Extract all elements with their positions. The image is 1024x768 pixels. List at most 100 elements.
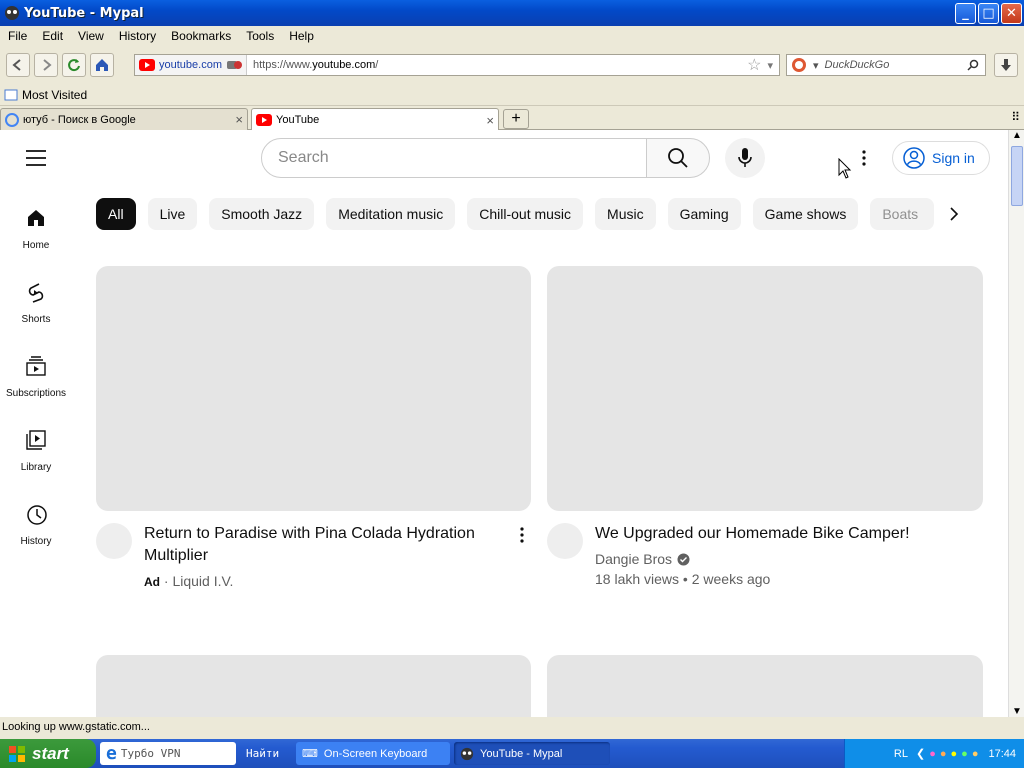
tray-expand-icon[interactable]: ❮: [916, 747, 925, 760]
sign-in-button[interactable]: Sign in: [892, 141, 990, 175]
microphone-icon: [738, 148, 752, 167]
back-button[interactable]: [6, 53, 30, 77]
menu-view[interactable]: View: [78, 29, 104, 43]
tray-app-icon[interactable]: ●: [961, 748, 968, 760]
mypal-app-icon: [460, 747, 474, 760]
video-thumbnail[interactable]: [96, 266, 531, 511]
youtube-search-button[interactable]: [646, 138, 710, 178]
bookmarks-toolbar: Most Visited: [0, 84, 1024, 106]
chip-all[interactable]: All: [96, 198, 136, 230]
video-title[interactable]: We Upgraded our Homemade Bike Camper!: [595, 523, 975, 545]
bookmark-star-icon[interactable]: ☆: [747, 55, 761, 75]
reload-button[interactable]: [62, 53, 86, 77]
menu-bookmarks[interactable]: Bookmarks: [171, 29, 231, 43]
shorts-icon: [28, 283, 44, 303]
hamburger-menu-icon[interactable]: [26, 150, 46, 166]
vertical-dots-icon: [862, 150, 866, 166]
taskbar-youtube-mypal[interactable]: YouTube - Mypal: [454, 742, 610, 765]
chips-next-button[interactable]: [942, 202, 966, 226]
forward-arrow-icon: [43, 59, 52, 71]
channel-name[interactable]: Dangie Bros: [595, 551, 672, 567]
scroll-up-icon[interactable]: ▲: [1012, 130, 1022, 141]
video-thumbnail[interactable]: [96, 655, 531, 717]
start-button[interactable]: start: [0, 739, 96, 768]
downloads-button[interactable]: [994, 53, 1018, 77]
menu-file[interactable]: File: [8, 29, 27, 43]
ad-badge: Ad: [144, 575, 160, 589]
new-tab-button[interactable]: +: [503, 109, 529, 129]
video-thumbnail[interactable]: [547, 655, 983, 717]
menu-tools[interactable]: Tools: [246, 29, 274, 43]
maximize-button[interactable]: □: [978, 2, 999, 24]
site-identity[interactable]: youtube.com: [135, 55, 247, 75]
tab-label: YouTube: [276, 114, 320, 126]
chip-gaming[interactable]: Gaming: [667, 198, 741, 230]
dropdown-arrow-icon[interactable]: ▾: [767, 59, 773, 72]
upload-age: 2 weeks ago: [691, 571, 771, 587]
subscriptions-icon: [26, 356, 46, 376]
video-thumbnail[interactable]: [547, 266, 983, 511]
vertical-scrollbar[interactable]: ▲ ▼: [1008, 130, 1024, 717]
sign-in-label: Sign in: [932, 150, 975, 166]
language-indicator[interactable]: RL: [894, 748, 908, 760]
channel-row: Dangie Bros: [595, 551, 690, 567]
sidebar-item-shorts[interactable]: Shorts: [0, 282, 72, 325]
sidebar-item-home[interactable]: Home: [0, 208, 72, 251]
menu-help[interactable]: Help: [289, 29, 314, 43]
engine-dropdown-icon[interactable]: ▾: [813, 59, 819, 72]
video-menu-dots-icon[interactable]: [520, 527, 524, 543]
tray-app-icon[interactable]: ●: [929, 748, 936, 760]
notification-icon: [226, 61, 242, 69]
chip-live[interactable]: Live: [147, 198, 198, 230]
chip-game-shows[interactable]: Game shows: [752, 198, 859, 230]
settings-more-button[interactable]: [854, 148, 874, 168]
sidebar-item-library[interactable]: Library: [0, 430, 72, 473]
chip-music[interactable]: Music: [595, 198, 656, 230]
close-tab-icon[interactable]: ×: [486, 113, 494, 128]
menu-edit[interactable]: Edit: [42, 29, 63, 43]
search-icon[interactable]: [967, 59, 979, 71]
video-title[interactable]: Return to Paradise with Pina Colada Hydr…: [144, 523, 494, 567]
mypal-app-icon: [5, 6, 19, 20]
sidebar-item-subscriptions[interactable]: Subscriptions: [0, 356, 72, 399]
web-search-box[interactable]: ▾ DuckDuckGo: [786, 54, 986, 76]
forward-button[interactable]: [34, 53, 58, 77]
verified-badge-icon: [677, 553, 690, 565]
scroll-down-icon[interactable]: ▼: [1012, 706, 1022, 717]
youtube-favicon-icon: [256, 114, 272, 126]
tray-app-icon[interactable]: ●: [972, 748, 979, 760]
tab-google-search[interactable]: ютуб - Поиск в Google ×: [0, 108, 248, 130]
tray-app-icon[interactable]: ●: [951, 748, 958, 760]
windows-taskbar: start e Турбо VPN Найти ⌨ On-Screen Keyb…: [0, 739, 1024, 768]
minimize-button[interactable]: _: [955, 2, 976, 24]
tab-youtube[interactable]: YouTube ×: [251, 108, 499, 131]
url-bar[interactable]: youtube.com https://www.youtube.com/ ☆ ▾: [134, 54, 780, 76]
vpn-toolbar[interactable]: e Турбо VPN: [100, 742, 236, 765]
menu-history[interactable]: History: [119, 29, 156, 43]
find-toolbar[interactable]: Найти: [240, 742, 292, 765]
tab-list-icon[interactable]: ⠿: [1011, 110, 1020, 124]
taskbar-onscreen-keyboard[interactable]: ⌨ On-Screen Keyboard: [296, 742, 450, 765]
most-visited-folder[interactable]: Most Visited: [4, 88, 87, 102]
search-icon: [668, 148, 688, 168]
scrollbar-thumb[interactable]: [1011, 146, 1023, 206]
url-suffix: /: [375, 59, 379, 71]
download-arrow-icon: [1001, 59, 1011, 71]
close-tab-icon[interactable]: ×: [235, 112, 243, 127]
home-button[interactable]: [90, 53, 114, 77]
youtube-search-input[interactable]: Search: [261, 138, 647, 178]
channel-name[interactable]: Liquid I.V.: [172, 573, 233, 589]
chip-boats[interactable]: Boats: [870, 198, 935, 230]
close-window-button[interactable]: ✕: [1001, 2, 1022, 24]
tab-strip: ютуб - Поиск в Google × YouTube × + ⠿: [0, 106, 1024, 131]
chip-meditation-music[interactable]: Meditation music: [326, 198, 456, 230]
chip-chill-out-music[interactable]: Chill-out music: [467, 198, 584, 230]
sidebar-item-label: History: [20, 536, 52, 547]
chip-smooth-jazz[interactable]: Smooth Jazz: [209, 198, 315, 230]
voice-search-button[interactable]: [725, 138, 765, 178]
channel-avatar[interactable]: [547, 523, 583, 559]
channel-avatar[interactable]: [96, 523, 132, 559]
tray-app-icon[interactable]: ●: [940, 748, 947, 760]
sidebar-item-history[interactable]: History: [0, 504, 72, 547]
taskbar-item-label: YouTube - Mypal: [480, 747, 563, 760]
